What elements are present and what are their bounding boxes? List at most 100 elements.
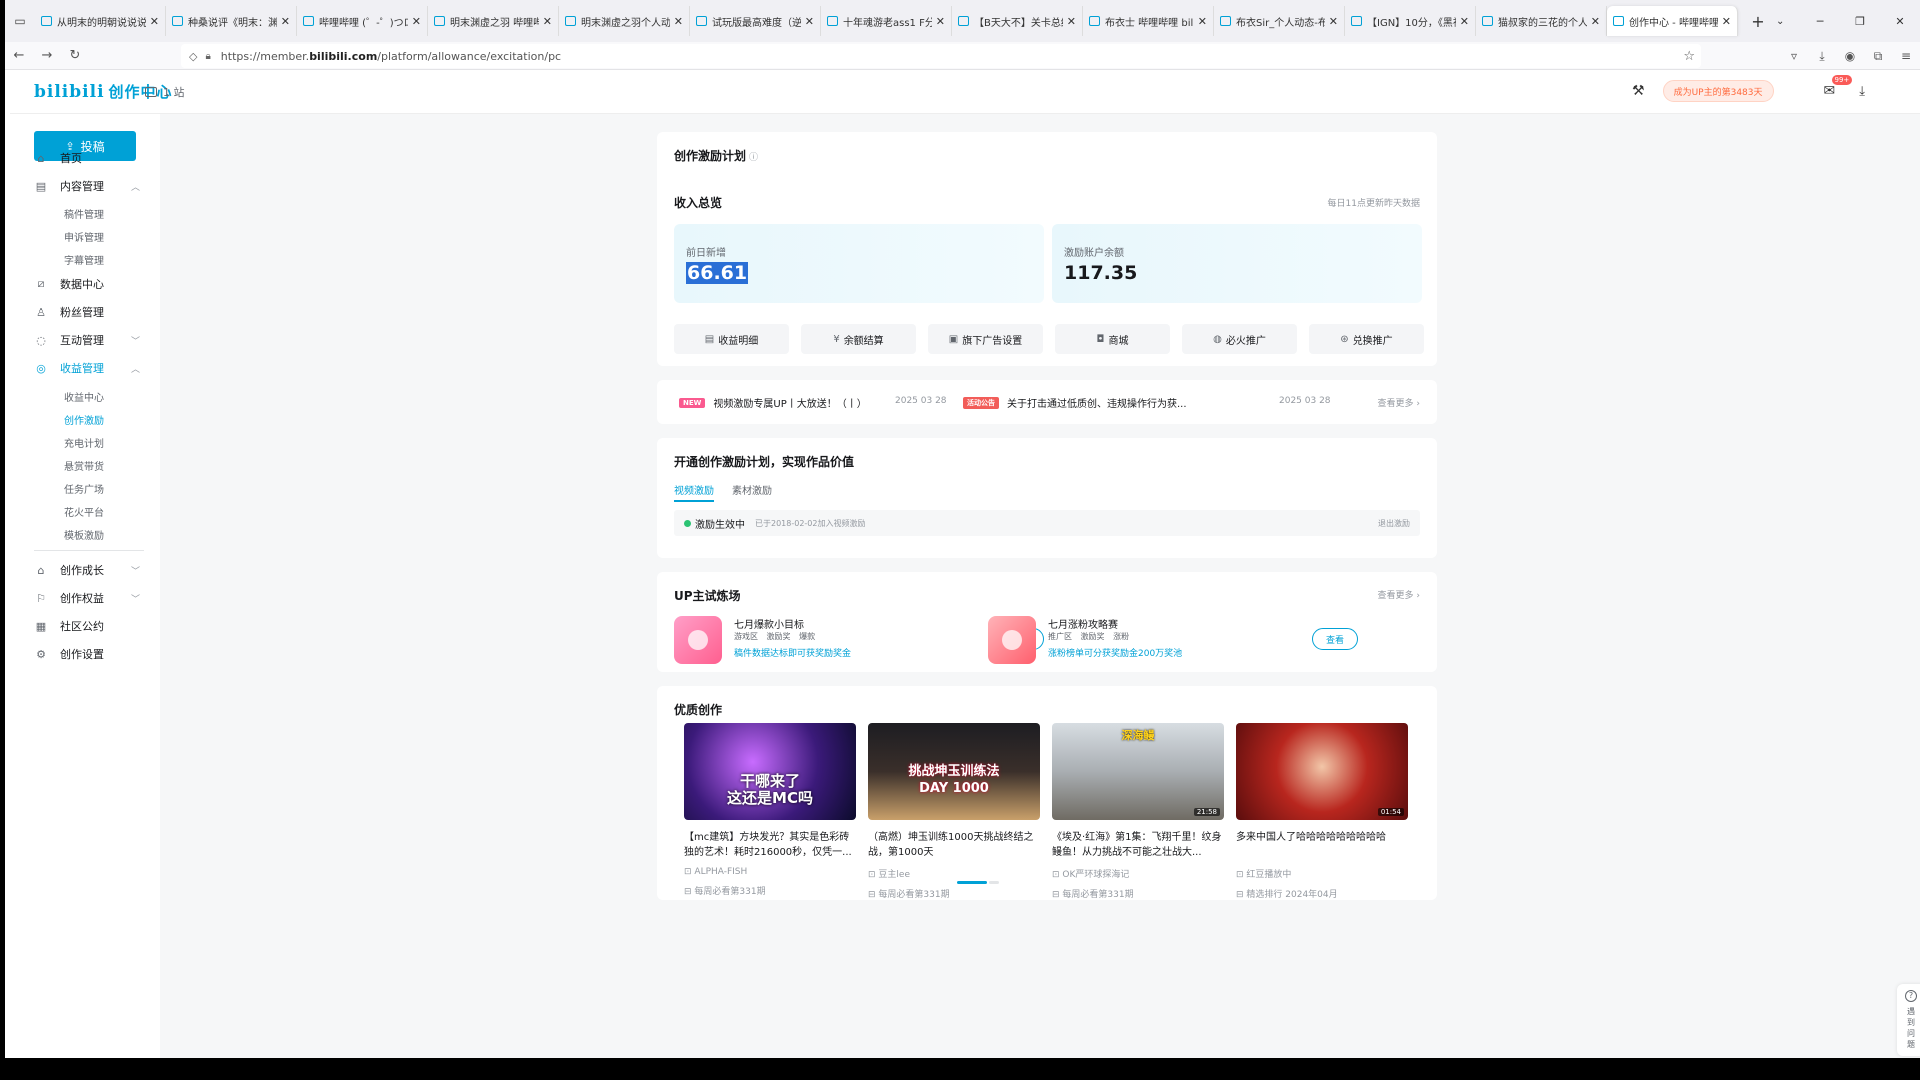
station-switch[interactable]: 1 站 [145, 84, 185, 100]
address-bar[interactable]: ◇ 🔒︎ https://member.bilibili.com/platfor… [181, 44, 1701, 68]
video-thumbnail[interactable]: 挑战坤玉训练法 DAY 1000 [868, 723, 1040, 820]
browser-tab[interactable]: 十年魂游老ass1 F分支 ✕ [821, 6, 952, 36]
view-button[interactable]: 查看 [1312, 628, 1358, 650]
video-author[interactable]: ⊡ ALPHA-FISH [684, 867, 856, 877]
carousel-dots[interactable] [957, 881, 999, 884]
browser-tab[interactable]: 从明末的明朝说说说起 ✕ [35, 6, 166, 36]
browser-tab[interactable]: 创作中心 - 哔哩哔哩 ✕ [1607, 6, 1738, 36]
video-author[interactable]: ⊡ 豆主lee [868, 867, 1040, 880]
video-caption[interactable]: 《埃及·红海》第1集：飞翔千里！纹身鳗鱼！从力挑战不可能之壮战大... [1052, 830, 1224, 860]
sidebar-item-growth[interactable]: ⌂ 创作成长 ﹀ [34, 558, 144, 582]
sidebar-item-settings[interactable]: ⚙ 创作设置 [34, 642, 144, 666]
close-tab-icon[interactable]: ✕ [1722, 15, 1731, 28]
browser-tab[interactable]: 试玩版最高难度（逆天） ✕ [690, 6, 821, 36]
mall-button[interactable]: ◘ 商城 [1055, 324, 1170, 354]
sidebar-sub-charge[interactable]: 充电计划 [64, 435, 104, 450]
close-tab-icon[interactable]: ✕ [1067, 15, 1076, 28]
close-window-icon[interactable]: ✕ [1880, 15, 1920, 28]
sidebar-item-rules[interactable]: ▦ 社区公约 [34, 614, 144, 638]
sidebar-item-revenue[interactable]: ◎ 收益管理 ︿ [34, 356, 144, 380]
tab-material-incentive[interactable]: 素材激励 [732, 482, 772, 502]
video-card[interactable]: 干哪来了 这还是MC吗 【mc建筑】方块发光？其实是色彩砖独的艺术！耗时2160… [684, 723, 856, 897]
carousel-dot[interactable] [989, 881, 999, 884]
sidebar-sub-incentive[interactable]: 创作激励 [64, 412, 104, 427]
browser-tab[interactable]: 明末渊虚之羽个人动态 ✕ [559, 6, 690, 36]
sidebar-item-interaction[interactable]: ◌ 互动管理 ﹀ [34, 328, 144, 352]
tab-list-chevron-icon[interactable]: ⌄ [1776, 16, 1784, 27]
shield-icon[interactable]: ◇ [189, 50, 197, 63]
reload-icon[interactable]: ↻ [61, 48, 89, 63]
help-widget[interactable]: ? 遇到问题 [1897, 984, 1920, 1056]
task-link[interactable]: 稿件数据达标即可获奖励奖金 [734, 646, 851, 659]
sidebar-item-rights[interactable]: ⚐ 创作权益 ﹀ [34, 586, 144, 610]
income-detail-button[interactable]: ▤ 收益明细 [674, 324, 789, 354]
close-tab-icon[interactable]: ✕ [805, 15, 814, 28]
browser-tab[interactable]: 明末渊虚之羽 哔哩哔哩 ✕ [428, 6, 559, 36]
browser-tab[interactable]: 【IGN】10分，《黑神话》 ✕ [1345, 6, 1476, 36]
promote-button[interactable]: ◍ 必火推广 [1182, 324, 1297, 354]
browser-tab[interactable]: 种桑说评《明末：渊虚》 ✕ [166, 6, 297, 36]
sidebar-sub-huahuo[interactable]: 花火平台 [64, 504, 104, 519]
account-icon[interactable]: ◉ [1836, 49, 1864, 63]
pocket-icon[interactable]: ▿ [1780, 49, 1808, 63]
training-more-link[interactable]: 查看更多 › [1378, 588, 1420, 601]
close-tab-icon[interactable]: ✕ [1329, 15, 1338, 28]
menu-icon[interactable]: ≡ [1892, 49, 1920, 63]
sidebar-sub-bounty[interactable]: 悬赏带货 [64, 458, 104, 473]
up-days-badge[interactable]: 成为UP主的第3483天 [1662, 80, 1774, 102]
carousel-dot-active[interactable] [957, 881, 987, 884]
notice-item[interactable]: NEW 视频激励专属UP丨大放送！（丨） [679, 395, 867, 410]
video-author[interactable]: ⊡ OK严环球探海记 [1052, 867, 1224, 880]
lock-icon[interactable]: 🔒︎ [205, 51, 210, 62]
notice-item[interactable]: 活动公告 关于打击通过低质创、违规操作行为获... [963, 395, 1187, 410]
video-caption[interactable]: （高燃）坤玉训练1000天挑战终结之战，第1000天 [868, 830, 1040, 860]
browser-tab[interactable]: 【B天大不】关卡总结分享 ✕ [952, 6, 1083, 36]
sidebar-sub-revenue-center[interactable]: 收益中心 [64, 389, 104, 404]
task-link[interactable]: 涨粉榜单可分获奖励金200万奖池 [1048, 646, 1182, 659]
url-text[interactable]: https://member.bilibili.com/platform/all… [221, 50, 561, 63]
ad-settings-button[interactable]: ▣ 旗下广告设置 [928, 324, 1043, 354]
video-card[interactable]: 01:54 多来中国人了哈哈哈哈哈哈哈哈哈 ⊡ 红豆播放中 ⊟ 精选排行 202… [1236, 723, 1408, 900]
close-tab-icon[interactable]: ✕ [543, 15, 552, 28]
video-thumbnail[interactable]: 01:54 [1236, 723, 1408, 820]
sidebar-sub-tasks[interactable]: 任务广场 [64, 481, 104, 496]
sidebar-item-fans[interactable]: ♙ 粉丝管理 [34, 300, 144, 324]
video-thumbnail[interactable]: 深海鳗 21:58 [1052, 723, 1224, 820]
video-card[interactable]: 深海鳗 21:58 《埃及·红海》第1集：飞翔千里！纹身鳗鱼！从力挑战不可能之壮… [1052, 723, 1224, 900]
close-tab-icon[interactable]: ✕ [281, 15, 290, 28]
download-icon[interactable]: ⤓ [1808, 49, 1836, 64]
video-author[interactable]: ⊡ 红豆播放中 [1236, 867, 1408, 880]
new-tab-button[interactable]: + [1748, 12, 1768, 31]
close-tab-icon[interactable]: ✕ [1591, 15, 1600, 28]
extensions-icon[interactable]: ⧉ [1864, 49, 1892, 64]
sidebar-item-content[interactable]: ▤ 内容管理 ︿ [34, 174, 144, 198]
video-thumbnail[interactable]: 干哪来了 这还是MC吗 [684, 723, 856, 820]
close-tab-icon[interactable]: ✕ [674, 15, 683, 28]
browser-tab[interactable]: 布衣Sir_个人动态-布衣 ✕ [1214, 6, 1345, 36]
close-tab-icon[interactable]: ✕ [1198, 15, 1207, 28]
tab-video-incentive[interactable]: 视频激励 [674, 482, 714, 502]
download-icon[interactable]: ⤓ [1859, 84, 1865, 99]
sidebar-item-home[interactable]: ⌂ 首页 [34, 146, 144, 170]
video-caption[interactable]: 多来中国人了哈哈哈哈哈哈哈哈哈 [1236, 830, 1408, 860]
browser-tab[interactable]: 哔哩哔哩 (゜-゜)つロ 干杯 ✕ [297, 6, 428, 36]
minimize-icon[interactable]: ─ [1800, 15, 1840, 28]
browser-tab[interactable]: 布衣士 哔哩哔哩 bilibili ✕ [1083, 6, 1214, 36]
bookmark-star-icon[interactable]: ☆ [1683, 49, 1695, 64]
sidebar-sub-appeals[interactable]: 申诉管理 [64, 229, 104, 244]
settle-button[interactable]: ¥ 余额结算 [801, 324, 916, 354]
sidebar-sub-subtitles[interactable]: 字幕管理 [64, 252, 104, 267]
notice-more-link[interactable]: 查看更多 › [1378, 396, 1420, 409]
sidebar-sub-template[interactable]: 模板激励 [64, 527, 104, 542]
sidebar-sub-manuscripts[interactable]: 稿件管理 [64, 206, 104, 221]
message-icon[interactable]: ✉ 99+ [1824, 75, 1853, 99]
help-icon[interactable]: ⓘ [749, 153, 758, 163]
back-icon[interactable]: ← [5, 48, 33, 63]
forward-icon[interactable]: → [33, 48, 61, 63]
sidebar-item-data[interactable]: ⧄ 数据中心 [34, 272, 144, 296]
exchange-button[interactable]: ⊛ 兑换推广 [1309, 324, 1424, 354]
quit-link[interactable]: 退出激励 [1378, 518, 1410, 529]
browser-tab[interactable]: 猫叔家的三花的个人空间 ✕ [1476, 6, 1607, 36]
video-card[interactable]: 挑战坤玉训练法 DAY 1000 （高燃）坤玉训练1000天挑战终结之战，第10… [868, 723, 1040, 900]
close-tab-icon[interactable]: ✕ [1460, 15, 1469, 28]
